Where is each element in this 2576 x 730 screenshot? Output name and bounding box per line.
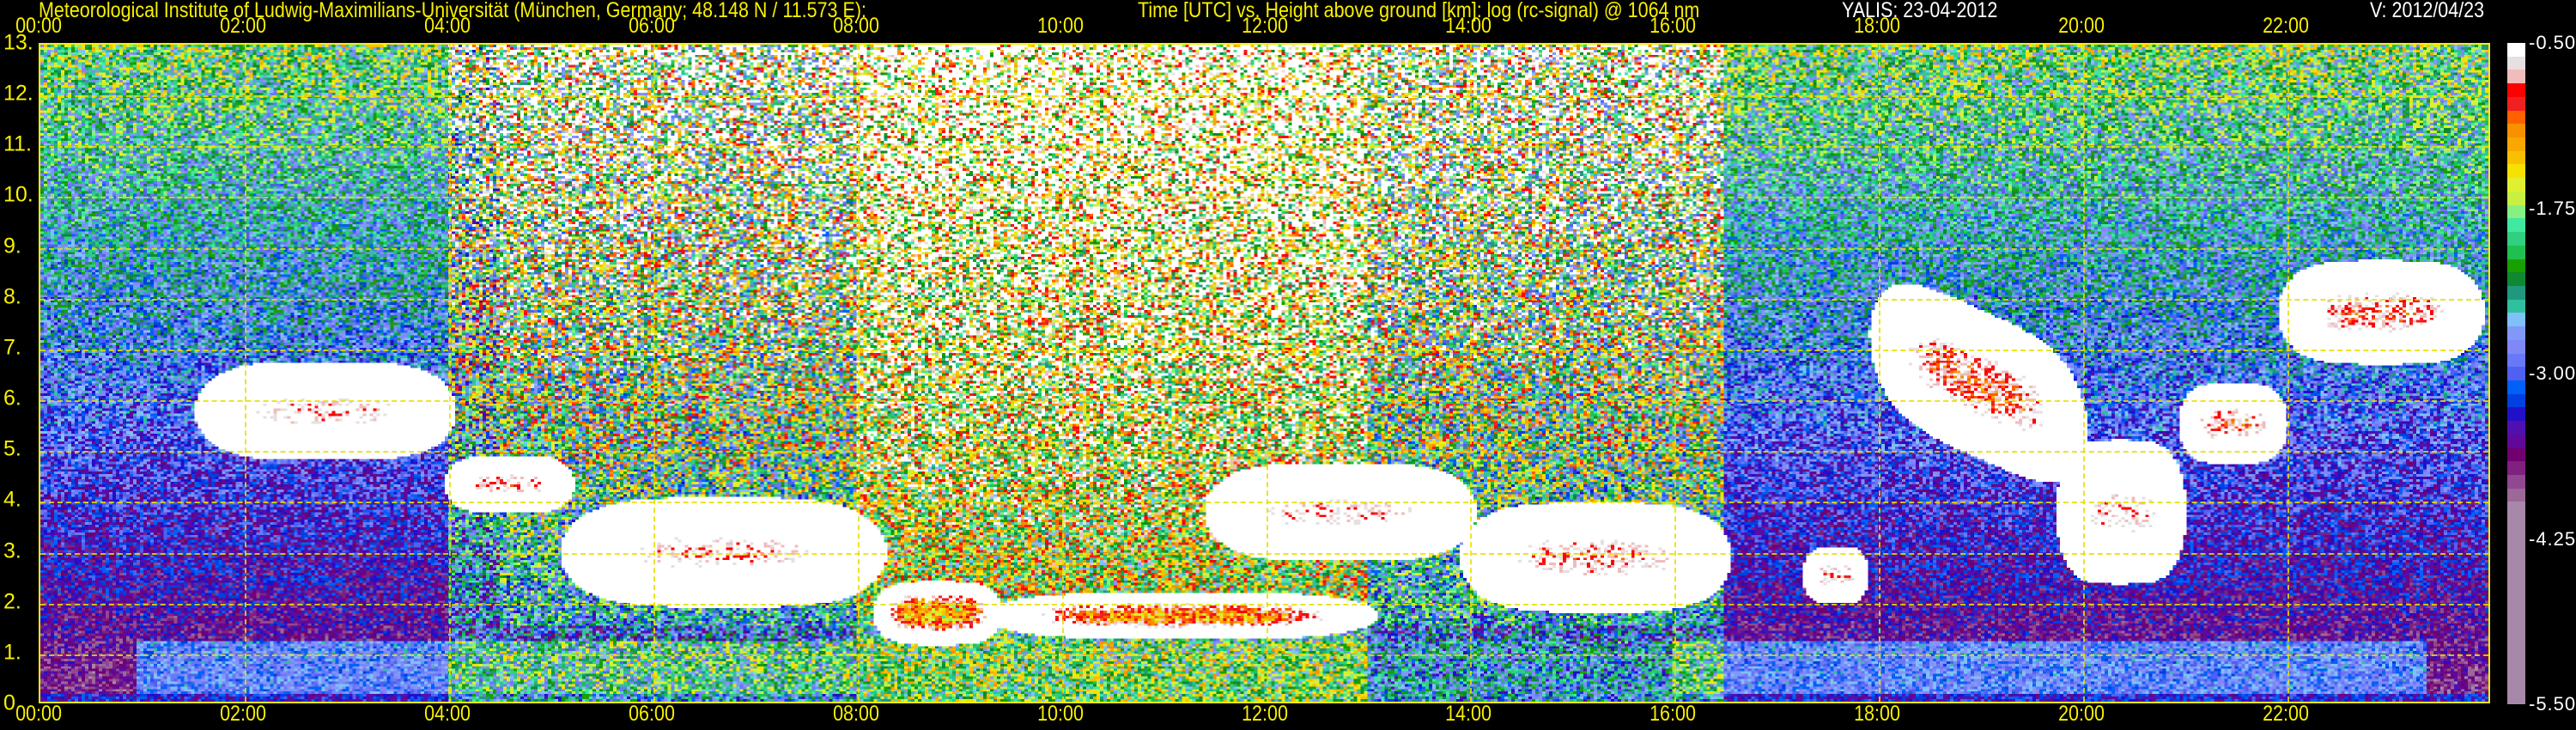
y-gridline xyxy=(40,552,2488,555)
y-tick-label: 12. xyxy=(3,81,33,106)
x-tick-label: 12:00 xyxy=(1241,702,1288,726)
colorbar-swatch xyxy=(2507,204,2525,219)
x-tick-label: 06:00 xyxy=(628,14,675,38)
colorbar-swatch xyxy=(2507,124,2525,138)
colorbar-swatch xyxy=(2507,191,2525,205)
colorbar-tick-label: -3.00 xyxy=(2529,362,2576,384)
y-tick-label: 1. xyxy=(3,640,21,665)
y-tick-label: 8. xyxy=(3,284,21,309)
y-gridline xyxy=(40,400,2488,403)
colorbar-swatch xyxy=(2507,259,2525,273)
x-tick-label: 14:00 xyxy=(1445,702,1492,726)
version-label: V: 2012/04/23 xyxy=(2370,0,2485,22)
x-tick-label: 16:00 xyxy=(1649,14,1697,38)
colorbar-swatch xyxy=(2507,421,2525,435)
y-gridline xyxy=(40,451,2488,453)
x-tick-label: 00:00 xyxy=(15,702,62,726)
colorbar-swatch xyxy=(2507,326,2525,340)
x-tick-label: 06:00 xyxy=(628,702,675,726)
x-tick-label: 02:00 xyxy=(220,702,266,726)
y-tick-label: 11. xyxy=(3,131,32,156)
colorbar-swatch xyxy=(2507,96,2525,111)
x-tick-label: 22:00 xyxy=(2263,14,2309,38)
y-gridline xyxy=(40,502,2488,504)
colorbar-swatch xyxy=(2507,245,2525,259)
colorbar-tick-label: -1.75 xyxy=(2529,197,2576,219)
colorbar-swatch xyxy=(2507,313,2525,327)
x-tick-label: 08:00 xyxy=(832,14,879,38)
y-tick-label: 10. xyxy=(3,182,33,207)
y-tick-label: 6. xyxy=(3,386,21,411)
colorbar-swatch xyxy=(2507,137,2525,151)
y-gridline xyxy=(40,247,2488,250)
colorbar-swatch xyxy=(2507,367,2525,380)
x-tick-label: 16:00 xyxy=(1649,702,1697,726)
colorbar-swatch xyxy=(2507,434,2525,448)
y-tick-label: 2. xyxy=(3,589,21,614)
x-tick-label: 14:00 xyxy=(1445,14,1492,38)
colorbar-swatch xyxy=(2507,272,2525,286)
x-tick-label: 12:00 xyxy=(1241,14,1288,38)
y-gridline xyxy=(40,603,2488,605)
y-tick-label: 3. xyxy=(3,538,21,563)
x-tick-label: 20:00 xyxy=(2058,702,2105,726)
colorbar-swatch xyxy=(2507,339,2525,354)
colorbar-swatch xyxy=(2507,164,2525,179)
x-tick-label: 10:00 xyxy=(1036,14,1084,38)
x-tick-label: 02:00 xyxy=(220,14,266,38)
y-gridline xyxy=(40,298,2488,301)
colorbar-swatch xyxy=(2507,475,2525,489)
x-tick-label: 18:00 xyxy=(1854,702,1901,726)
y-tick-label: 9. xyxy=(3,234,21,259)
y-gridline xyxy=(40,146,2488,149)
y-gridline xyxy=(40,349,2488,351)
colorbar-swatch xyxy=(2507,502,2525,705)
colorbar-swatch xyxy=(2507,447,2525,462)
colorbar-swatch xyxy=(2507,110,2525,125)
colorbar-swatch xyxy=(2507,178,2525,192)
colorbar-swatch xyxy=(2507,393,2525,408)
colorbar-swatch xyxy=(2507,56,2525,70)
colorbar-swatch xyxy=(2507,43,2525,57)
colorbar-swatch xyxy=(2507,70,2525,84)
colorbar-swatch xyxy=(2507,218,2525,233)
colorbar-swatch xyxy=(2507,407,2525,422)
colorbar-tick-label: -5.50 xyxy=(2529,693,2576,715)
x-tick-label: 18:00 xyxy=(1854,14,1901,38)
colorbar-swatch xyxy=(2507,353,2525,368)
y-gridline xyxy=(40,95,2488,98)
colorbar-swatch xyxy=(2507,299,2525,313)
x-tick-label: 08:00 xyxy=(832,702,879,726)
y-tick-label: 7. xyxy=(3,335,21,360)
y-gridline xyxy=(40,197,2488,199)
y-tick-label: 0 xyxy=(3,690,15,715)
x-tick-label: 04:00 xyxy=(423,14,471,38)
plot-description: Time [UTC] vs. Height above ground [km]:… xyxy=(1138,0,1700,22)
colorbar xyxy=(2507,43,2525,705)
colorbar-swatch xyxy=(2507,83,2525,97)
lidar-plot-area xyxy=(39,43,2490,703)
colorbar-swatch xyxy=(2507,285,2525,300)
x-tick-label: 22:00 xyxy=(2263,702,2309,726)
x-tick-label: 04:00 xyxy=(423,702,471,726)
colorbar-swatch xyxy=(2507,380,2525,394)
y-tick-label: 5. xyxy=(3,436,21,461)
y-tick-label: 13. xyxy=(3,30,33,55)
y-tick-label: 4. xyxy=(3,487,21,512)
colorbar-swatch xyxy=(2507,232,2525,246)
colorbar-swatch xyxy=(2507,150,2525,165)
x-tick-label: 10:00 xyxy=(1036,702,1084,726)
colorbar-swatch xyxy=(2507,488,2525,502)
x-tick-label: 20:00 xyxy=(2058,14,2105,38)
colorbar-tick-label: -0.50 xyxy=(2529,32,2576,53)
colorbar-swatch xyxy=(2507,461,2525,475)
y-gridline xyxy=(40,654,2488,656)
colorbar-tick-label: -4.25 xyxy=(2529,527,2576,550)
